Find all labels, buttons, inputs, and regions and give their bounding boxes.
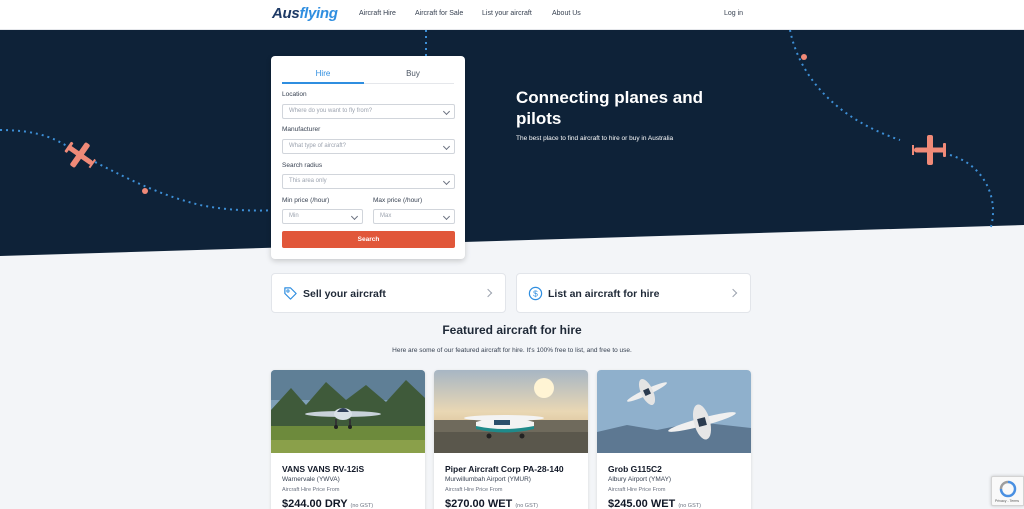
list-aircraft-card[interactable]: $ List an aircraft for hire bbox=[516, 273, 751, 313]
location-select[interactable]: Where do you want to fly from? bbox=[282, 104, 455, 119]
list-aircraft-label: List an aircraft for hire bbox=[548, 288, 660, 300]
tab-active-indicator bbox=[282, 82, 364, 84]
price-from-label: Aircraft Hire Price From bbox=[445, 487, 503, 493]
price-value: $245.00 WET bbox=[608, 498, 676, 509]
max-price-placeholder: Max bbox=[380, 213, 392, 219]
aircraft-card-rv12[interactable]: VANS VANS RV-12iS Warnervale (YWVA) Airc… bbox=[271, 370, 425, 509]
aircraft-photo-pa28 bbox=[434, 370, 588, 453]
manufacturer-label: Manufacturer bbox=[282, 126, 321, 133]
nav-link-about-us[interactable]: About Us bbox=[552, 10, 581, 17]
gst-note: (no GST) bbox=[350, 503, 374, 509]
tab-buy[interactable]: Buy bbox=[372, 69, 454, 78]
aircraft-airport: Murwillumbah Airport (YMUR) bbox=[445, 476, 531, 483]
login-link[interactable]: Log in bbox=[724, 10, 743, 17]
chevron-down-icon bbox=[442, 107, 451, 116]
chevron-down-icon bbox=[442, 177, 451, 186]
max-price-select[interactable]: Max bbox=[373, 209, 455, 224]
hero-background bbox=[0, 30, 1024, 256]
search-card: Hire Buy Location Where do you want to f… bbox=[271, 56, 465, 259]
search-radius-label: Search radius bbox=[282, 162, 323, 169]
gst-note: (no GST) bbox=[678, 503, 701, 509]
hero-subtitle: The best place to find aircraft to hire … bbox=[516, 135, 674, 142]
aircraft-airport: Warnervale (YWVA) bbox=[282, 476, 340, 483]
tab-hire[interactable]: Hire bbox=[282, 69, 364, 78]
price-from-label: Aircraft Hire Price From bbox=[282, 487, 340, 493]
aircraft-price: $244.00 DRY (no GST) bbox=[282, 498, 373, 509]
recaptcha-icon bbox=[999, 480, 1017, 498]
featured-title: Featured aircraft for hire bbox=[442, 323, 582, 337]
nav-link-aircraft-for-sale[interactable]: Aircraft for Sale bbox=[415, 10, 463, 17]
max-price-label: Max price (/hour) bbox=[373, 197, 423, 204]
price-from-label: Aircraft Hire Price From bbox=[608, 487, 666, 493]
manufacturer-select[interactable]: What type of aircraft? bbox=[282, 139, 455, 154]
manufacturer-placeholder: What type of aircraft? bbox=[289, 143, 347, 149]
nav-link-aircraft-hire[interactable]: Aircraft Hire bbox=[359, 10, 396, 17]
chevron-down-icon bbox=[350, 212, 359, 221]
svg-text:$: $ bbox=[533, 289, 538, 299]
sell-aircraft-card[interactable]: Sell your aircraft bbox=[271, 273, 506, 313]
featured-subtitle: Here are some of our featured aircraft f… bbox=[392, 347, 632, 354]
aircraft-name: Piper Aircraft Corp PA-28-140 bbox=[445, 464, 564, 474]
sell-aircraft-label: Sell your aircraft bbox=[303, 288, 386, 300]
tag-icon bbox=[284, 287, 297, 300]
top-navbar: Ausflying Aircraft Hire Aircraft for Sal… bbox=[0, 0, 1024, 30]
aircraft-price: $270.00 WET (no GST) bbox=[445, 498, 538, 509]
nav-link-list-your-aircraft[interactable]: List your aircraft bbox=[482, 10, 532, 17]
chevron-down-icon bbox=[442, 142, 451, 151]
price-value: $270.00 WET bbox=[445, 498, 513, 509]
min-price-placeholder: Min bbox=[289, 213, 299, 219]
location-placeholder: Where do you want to fly from? bbox=[289, 108, 373, 114]
aircraft-photo-rv12 bbox=[271, 370, 425, 453]
location-label: Location bbox=[282, 91, 307, 98]
chevron-down-icon bbox=[442, 212, 451, 221]
min-price-select[interactable]: Min bbox=[282, 209, 363, 224]
search-radius-placeholder: This area only bbox=[289, 178, 327, 184]
ausflying-logo[interactable]: Ausflying bbox=[272, 5, 338, 22]
aircraft-card-g115[interactable]: Grob G115C2 Albury Airport (YMAY) Aircra… bbox=[597, 370, 751, 509]
min-price-label: Min price (/hour) bbox=[282, 197, 330, 204]
chevron-right-icon bbox=[483, 288, 493, 298]
recaptcha-badge[interactable]: Privacy - Terms bbox=[991, 476, 1024, 506]
hero-title: Connecting planes and pilots bbox=[516, 88, 704, 128]
hero-banner bbox=[0, 30, 1024, 260]
aircraft-airport: Albury Airport (YMAY) bbox=[608, 476, 672, 483]
gst-note: (no GST) bbox=[515, 503, 538, 509]
aircraft-photo-g115 bbox=[597, 370, 751, 453]
aircraft-card-pa28[interactable]: Piper Aircraft Corp PA-28-140 Murwillumb… bbox=[434, 370, 588, 509]
aircraft-name: Grob G115C2 bbox=[608, 464, 662, 474]
aircraft-name: VANS VANS RV-12iS bbox=[282, 464, 365, 474]
search-button[interactable]: Search bbox=[282, 231, 455, 248]
chevron-right-icon bbox=[728, 288, 738, 298]
aircraft-price: $245.00 WET (no GST) bbox=[608, 498, 701, 509]
search-radius-select[interactable]: This area only bbox=[282, 174, 455, 189]
recaptcha-links[interactable]: Privacy - Terms bbox=[995, 499, 1019, 503]
price-value: $244.00 DRY bbox=[282, 498, 348, 509]
dollar-icon: $ bbox=[528, 286, 543, 301]
